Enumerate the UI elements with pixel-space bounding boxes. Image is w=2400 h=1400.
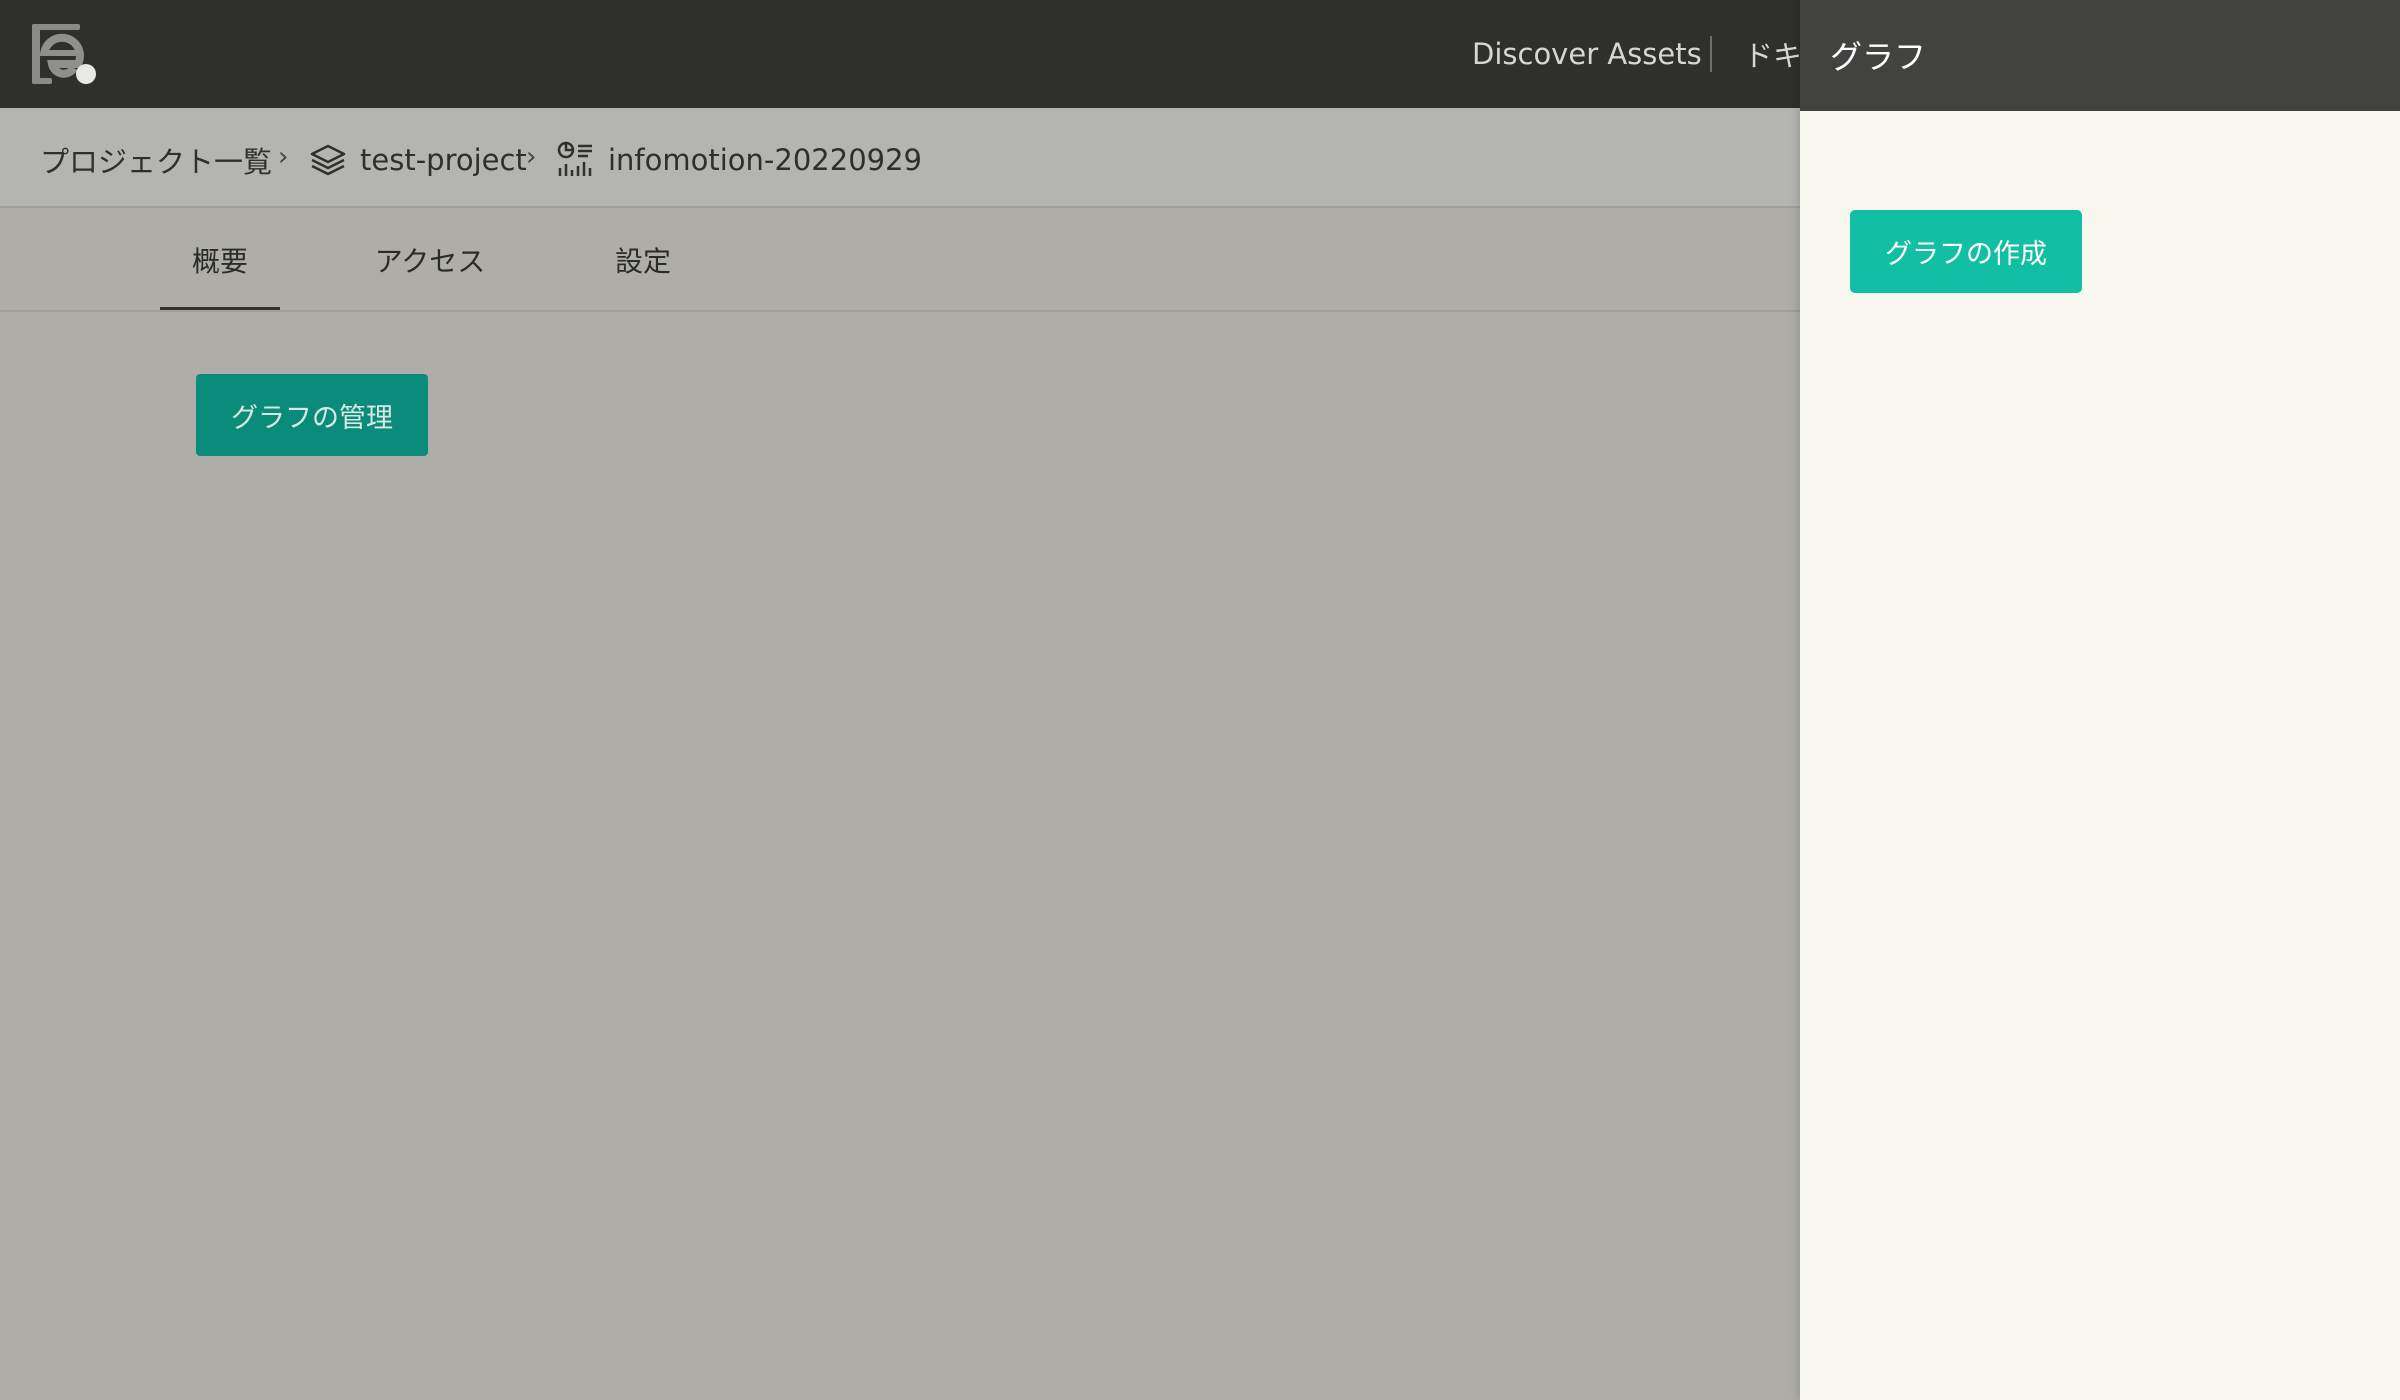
app-root: Discover Assets ドキ プロジェクト一覧 › test-proje… bbox=[0, 0, 2400, 1400]
breadcrumb-separator: › bbox=[278, 142, 289, 172]
nav-docs-link[interactable]: ドキ bbox=[1744, 34, 1802, 74]
breadcrumb-asset[interactable]: infomotion-20220929 bbox=[608, 140, 922, 180]
drawer-header: グラフ bbox=[1800, 0, 2400, 111]
breadcrumb-project[interactable]: test-project bbox=[360, 140, 527, 180]
nav-divider bbox=[1710, 36, 1712, 72]
tab-access[interactable]: アクセス bbox=[360, 238, 500, 282]
layers-icon bbox=[308, 140, 348, 180]
tab-overview[interactable]: 概要 bbox=[160, 238, 280, 282]
active-tab-indicator bbox=[160, 307, 280, 310]
create-graph-button[interactable]: グラフの作成 bbox=[1850, 210, 2082, 293]
chart-dashboard-icon bbox=[556, 140, 596, 180]
manage-graph-button[interactable]: グラフの管理 bbox=[196, 374, 428, 456]
nav-discover-assets[interactable]: Discover Assets bbox=[1472, 34, 1702, 74]
graph-drawer: グラフ グラフの作成 bbox=[1800, 0, 2400, 1400]
drawer-title: グラフ bbox=[1830, 38, 1927, 76]
breadcrumb-projects[interactable]: プロジェクト一覧 bbox=[40, 140, 272, 180]
breadcrumb-separator: › bbox=[526, 142, 537, 172]
e-logo-icon[interactable] bbox=[30, 22, 98, 86]
tab-settings[interactable]: 設定 bbox=[590, 238, 696, 282]
